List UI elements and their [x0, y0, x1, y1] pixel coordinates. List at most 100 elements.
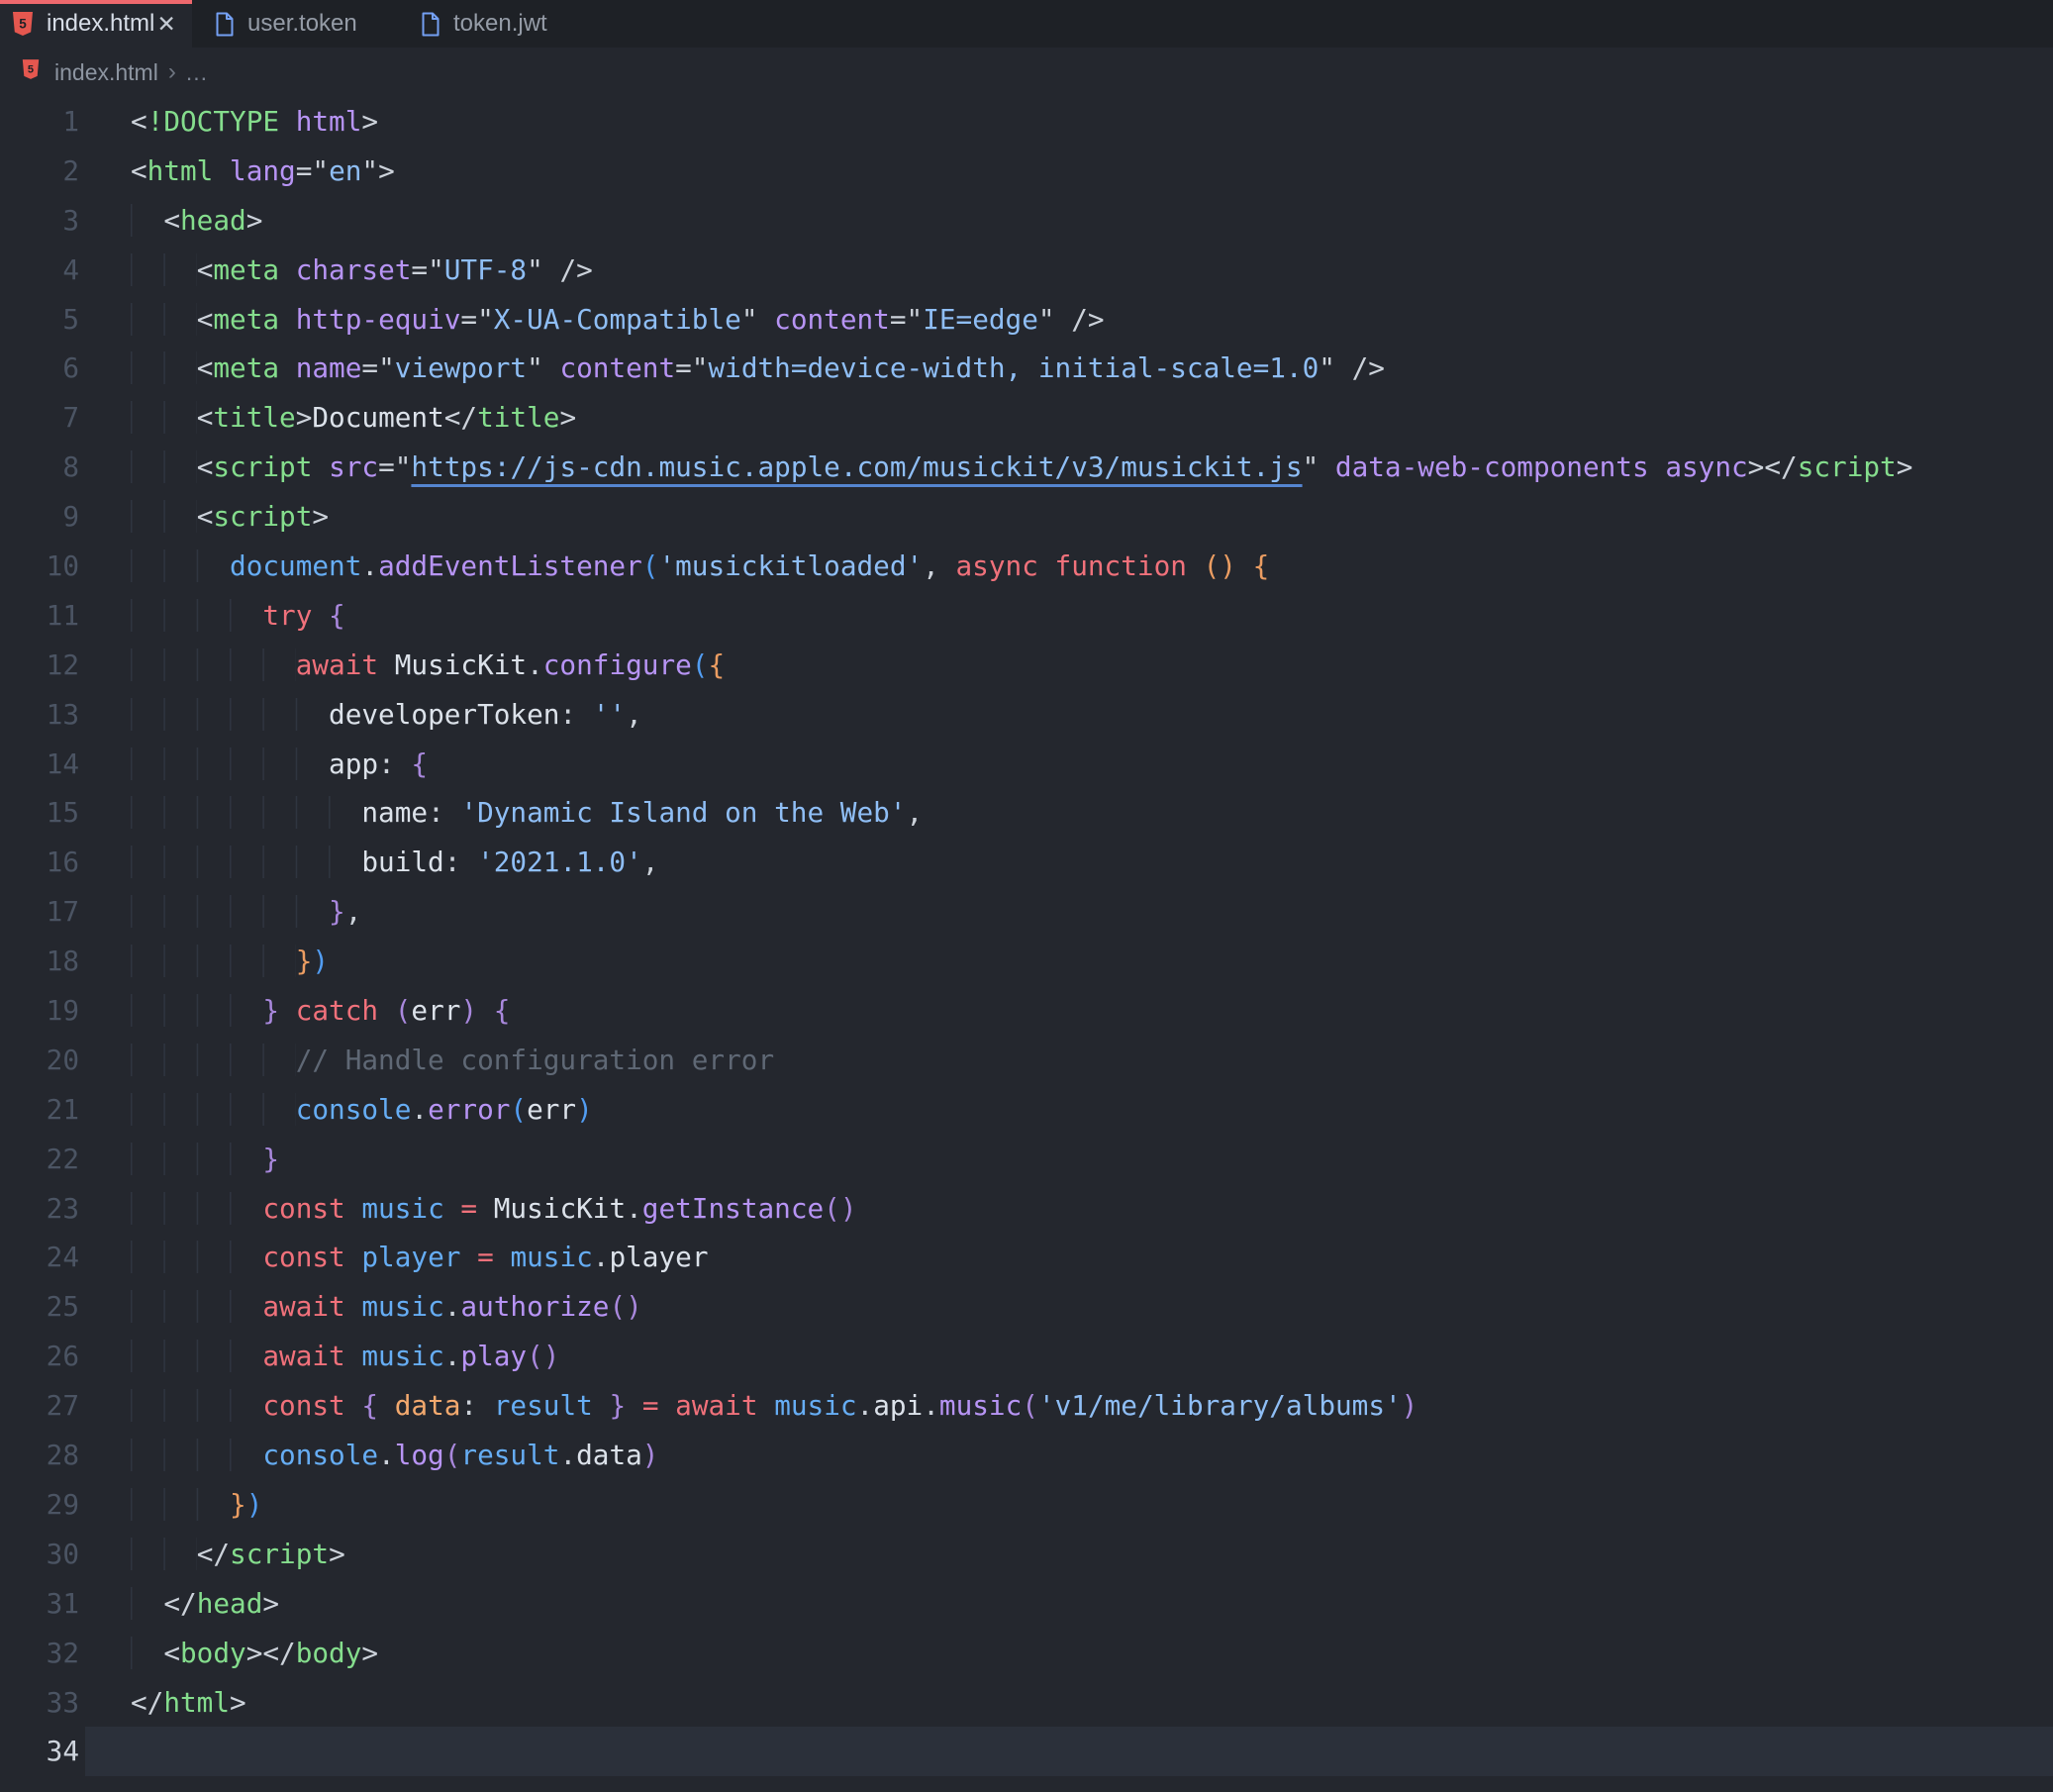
tab-bar: 5 index.html ✕ user.token token.jwt [0, 0, 2053, 48]
token-attr: data-web-components [1335, 450, 1649, 483]
token-sp [312, 450, 329, 483]
code-text: build: '2021.1.0', [85, 838, 2053, 887]
code-line[interactable]: 4 <meta charset="UTF-8" /> [0, 246, 2053, 295]
token-var: result [460, 1439, 559, 1471]
code-line[interactable]: 10 document.addEventListener('musickitlo… [0, 542, 2053, 591]
tab-index-html[interactable]: 5 index.html ✕ [0, 0, 192, 48]
code-editor[interactable]: 1<!DOCTYPE html>2<html lang="en">3 <head… [0, 97, 2053, 1776]
code-line[interactable]: 27 const { data: result } = await music.… [0, 1381, 2053, 1431]
token-tag: html [163, 1686, 230, 1719]
token-str: viewport [395, 351, 527, 384]
token-pun: . [559, 1439, 576, 1471]
token-ind [131, 1389, 262, 1422]
file-icon [215, 12, 235, 37]
code-line[interactable]: 33</html> [0, 1678, 2053, 1728]
token-ind [131, 253, 197, 286]
breadcrumb-file[interactable]: index.html [54, 59, 158, 86]
token-pun: , [642, 846, 659, 878]
code-line[interactable]: 25 await music.authorize() [0, 1282, 2053, 1332]
token-pun: > [361, 1637, 378, 1669]
token-attr: charset [296, 253, 412, 286]
token-kw: const [262, 1192, 344, 1225]
token-sp [658, 1389, 675, 1422]
token-pun: > [312, 500, 329, 533]
code-line[interactable]: 3 <head> [0, 196, 2053, 246]
code-text: // Handle configuration error [85, 1036, 2053, 1085]
code-line[interactable]: 29 }) [0, 1480, 2053, 1530]
code-text: }) [85, 937, 2053, 986]
code-line[interactable]: 26 await music.play() [0, 1332, 2053, 1381]
html5-icon: 5 [22, 58, 40, 86]
code-line[interactable]: 5 <meta http-equiv="X-UA-Compatible" con… [0, 295, 2053, 345]
token-pun: =" [411, 253, 443, 286]
code-line[interactable]: 21 console.error(err) [0, 1085, 2053, 1135]
token-sp [279, 303, 296, 336]
breadcrumb-symbol-more[interactable]: ... [186, 59, 208, 86]
code-line[interactable]: 11 try { [0, 591, 2053, 641]
code-line[interactable]: 31 </head> [0, 1579, 2053, 1629]
code-line[interactable]: 17 }, [0, 887, 2053, 937]
token-pun: > [296, 401, 313, 434]
token-tag: script [1798, 450, 1897, 483]
code-line[interactable]: 15 name: 'Dynamic Island on the Web', [0, 788, 2053, 838]
code-text: <html lang="en"> [85, 147, 2053, 196]
code-line[interactable]: 1<!DOCTYPE html> [0, 97, 2053, 147]
token-wh: player [609, 1241, 708, 1273]
token-attr: lang [230, 154, 296, 187]
code-line[interactable]: 7 <title>Document</title> [0, 393, 2053, 443]
token-pun: > [230, 1686, 246, 1719]
code-text: const music = MusicKit.getInstance() [85, 1184, 2053, 1234]
tab-user-token[interactable]: user.token [192, 0, 396, 48]
html5-icon: 5 [12, 11, 34, 37]
code-text: } [85, 1135, 2053, 1184]
code-line[interactable]: 30 </script> [0, 1530, 2053, 1579]
token-pun: : [444, 846, 477, 878]
breadcrumb: 5 index.html › ... [0, 48, 2053, 97]
code-line[interactable]: 34 [0, 1727, 2053, 1776]
code-line[interactable]: 20 // Handle configuration error [0, 1036, 2053, 1085]
token-ind [131, 1241, 262, 1273]
code-text: console.log(result.data) [85, 1431, 2053, 1480]
token-b2: { [708, 648, 725, 681]
line-number: 12 [0, 641, 85, 690]
token-sp [626, 1389, 642, 1422]
token-sp [279, 994, 296, 1027]
code-text: const { data: result } = await music.api… [85, 1381, 2053, 1431]
code-line[interactable]: 13 developerToken: '', [0, 690, 2053, 740]
code-line[interactable]: 8 <script src="https://js-cdn.music.appl… [0, 443, 2053, 492]
close-icon[interactable]: ✕ [154, 10, 178, 38]
token-fn: authorize [460, 1290, 609, 1323]
code-line[interactable]: 19 } catch (err) { [0, 986, 2053, 1036]
token-ind [131, 450, 197, 483]
token-pun: . [411, 1093, 428, 1126]
code-line[interactable]: 12 await MusicKit.configure({ [0, 641, 2053, 690]
token-kw: async [956, 549, 1038, 582]
code-line[interactable]: 18 }) [0, 937, 2053, 986]
code-line[interactable]: 2<html lang="en"> [0, 147, 2053, 196]
line-number: 28 [0, 1431, 85, 1480]
token-pun: . [361, 549, 378, 582]
token-ind [131, 204, 163, 237]
token-attr: src [329, 450, 378, 483]
code-line[interactable]: 32 <body></body> [0, 1629, 2053, 1678]
line-number: 21 [0, 1085, 85, 1135]
code-line[interactable]: 22 } [0, 1135, 2053, 1184]
code-line[interactable]: 6 <meta name="viewport" content="width=d… [0, 344, 2053, 393]
token-ind [131, 1439, 262, 1471]
tab-token-jwt[interactable]: token.jwt [396, 0, 584, 48]
code-line[interactable]: 24 const player = music.player [0, 1233, 2053, 1282]
token-b3: } [262, 994, 279, 1027]
code-line[interactable]: 9 <script> [0, 492, 2053, 542]
code-line[interactable]: 16 build: '2021.1.0', [0, 838, 2053, 887]
code-line[interactable]: 14 app: { [0, 740, 2053, 789]
line-number: 27 [0, 1381, 85, 1431]
code-line[interactable]: 23 const music = MusicKit.getInstance() [0, 1184, 2053, 1234]
token-tag: title [477, 401, 559, 434]
token-pun: , [626, 698, 642, 731]
token-str: X-UA-Compatible [494, 303, 741, 336]
code-text: </html> [85, 1678, 2053, 1728]
token-sp [477, 994, 494, 1027]
token-tag: html [147, 154, 214, 187]
code-line[interactable]: 28 console.log(result.data) [0, 1431, 2053, 1480]
token-b1: ( [510, 1093, 527, 1126]
